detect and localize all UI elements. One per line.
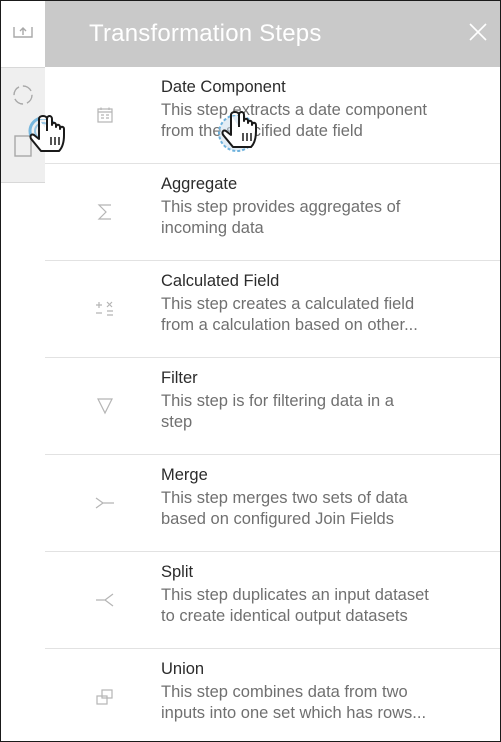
step-desc-line: This step duplicates an input dataset: [161, 586, 429, 604]
step-desc-line: This step combines data from two: [161, 683, 408, 701]
step-description: This step creates a calculated field fro…: [161, 294, 494, 336]
step-desc-line: step: [161, 413, 193, 431]
step-desc-line: This step is for filtering data in a: [161, 392, 394, 410]
step-item-split[interactable]: Split This step duplicates an input data…: [45, 552, 500, 649]
sigma-icon: [95, 202, 115, 222]
step-item-filter[interactable]: Filter This step is for filtering data i…: [45, 358, 500, 455]
filter-icon: [95, 396, 115, 416]
step-item-aggregate[interactable]: Aggregate This step provides aggregates …: [45, 164, 500, 261]
app-window: Transformation Steps Date Component This…: [0, 0, 501, 742]
step-name: Split: [161, 563, 194, 581]
close-icon: [468, 22, 488, 47]
step-desc-line: based on configured Join Fields: [161, 510, 394, 528]
step-desc-line: inputs into one set which has rows...: [161, 704, 427, 722]
step-desc-line: This step creates a calculated field: [161, 295, 415, 313]
step-desc-line: This step extracts a date component: [161, 101, 427, 119]
step-desc-line: from a calculation based on other...: [161, 316, 418, 334]
step-desc-line: from the specified date field: [161, 122, 363, 140]
refresh-circle-icon: [10, 82, 36, 113]
panel-title: Transformation Steps: [89, 20, 322, 47]
rail-transform-button[interactable]: [1, 67, 45, 183]
document-icon: [13, 134, 33, 163]
calculator-icon: [95, 299, 115, 319]
merge-icon: [95, 493, 115, 513]
step-description: This step combines data from two inputs …: [161, 682, 494, 724]
step-desc-line: incoming data: [161, 219, 264, 237]
transformation-panel: Transformation Steps Date Component This…: [45, 1, 500, 741]
union-icon: [95, 687, 115, 707]
step-description: This step merges two sets of data based …: [161, 488, 494, 530]
rail-upload-button[interactable]: [1, 1, 45, 67]
step-desc-line: This step provides aggregates of: [161, 198, 401, 216]
step-description: This step is for filtering data in a ste…: [161, 391, 494, 433]
step-description: This step provides aggregates of incomin…: [161, 197, 494, 239]
calendar-icon: [95, 105, 115, 125]
step-desc-line: to create identical output datasets: [161, 607, 408, 625]
split-icon: [95, 590, 115, 610]
panel-header: Transformation Steps: [45, 1, 500, 67]
step-name: Aggregate: [161, 175, 238, 193]
step-item-calculated-field[interactable]: Calculated Field This step creates a cal…: [45, 261, 500, 358]
step-name: Merge: [161, 466, 208, 484]
step-name: Filter: [161, 369, 198, 387]
step-description: This step extracts a date component from…: [161, 100, 494, 142]
upload-tray-icon: [12, 24, 34, 45]
step-name: Calculated Field: [161, 272, 280, 290]
step-item-union[interactable]: Union This step combines data from two i…: [45, 649, 500, 741]
step-item-date-component[interactable]: Date Component This step extracts a date…: [45, 67, 500, 164]
step-list: Date Component This step extracts a date…: [45, 67, 500, 741]
close-button[interactable]: [464, 20, 492, 48]
left-rail: [1, 1, 46, 741]
step-item-merge[interactable]: Merge This step merges two sets of data …: [45, 455, 500, 552]
step-desc-line: This step merges two sets of data: [161, 489, 408, 507]
step-name: Union: [161, 660, 205, 678]
step-name: Date Component: [161, 78, 286, 96]
step-description: This step duplicates an input dataset to…: [161, 585, 494, 627]
